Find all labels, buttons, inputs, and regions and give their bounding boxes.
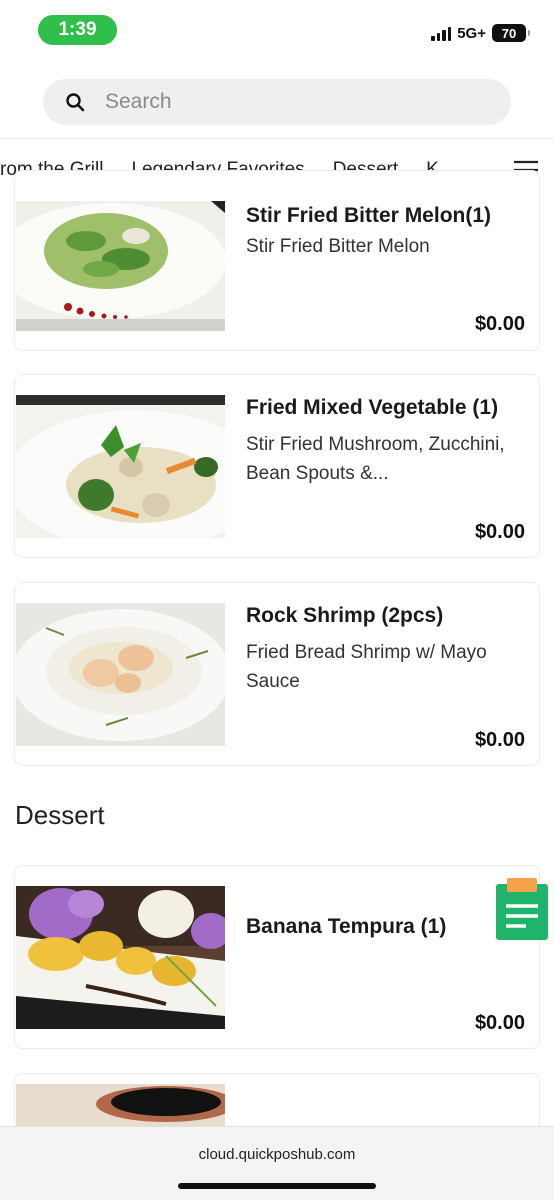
status-icons: 5G+ 70	[431, 24, 530, 42]
item-price: $0.00	[474, 729, 525, 751]
status-bar: 1:39 5G+ 70	[0, 0, 554, 62]
clipboard-icon	[496, 878, 548, 940]
search-input[interactable]	[105, 90, 465, 114]
item-description: Fried Bread Shrimp w/ Mayo Sauce	[246, 642, 487, 692]
url-text[interactable]: cloud.quickposhub.com	[0, 1146, 554, 1163]
item-description: Stir Fried Mushroom, Zucchini, Bean Spou…	[246, 434, 505, 484]
menu-item-card[interactable]: Banana Tempura (1) $0.00	[14, 865, 540, 1049]
item-name: Stir Fried Bitter Melon(1)	[246, 204, 492, 227]
battery-icon: 70	[492, 24, 530, 42]
order-list-button[interactable]	[496, 878, 548, 940]
menu-item-card[interactable]: Fried Mixed Vegetable (1) Stir Fried Mus…	[14, 374, 540, 558]
search-bar[interactable]	[43, 79, 511, 125]
item-name: Banana Tempura (1)	[246, 915, 447, 938]
item-price: $0.00	[474, 1012, 525, 1034]
section-title-dessert: Dessert	[15, 800, 105, 830]
item-price: $0.00	[474, 313, 525, 335]
item-price: $0.00	[474, 521, 525, 543]
browser-url-bar[interactable]: cloud.quickposhub.com	[0, 1126, 554, 1200]
item-name: Fried Mixed Vegetable (1)	[246, 396, 499, 419]
network-label: 5G+	[457, 24, 486, 42]
item-description: Stir Fried Bitter Melon	[246, 236, 430, 258]
home-indicator[interactable]	[178, 1183, 376, 1189]
item-photo	[16, 886, 225, 1029]
item-photo	[16, 395, 225, 538]
time-indicator: 1:39	[38, 15, 117, 45]
menu-item-card[interactable]: Rock Shrimp (2pcs) Fried Bread Shrimp w/…	[14, 582, 540, 766]
item-name: Rock Shrimp (2pcs)	[246, 604, 444, 627]
item-photo	[16, 201, 225, 331]
signal-icon	[431, 25, 452, 41]
menu-item-card[interactable]: Stir Fried Bitter Melon(1) Stir Fried Bi…	[14, 170, 540, 351]
item-photo	[16, 603, 225, 746]
search-icon	[66, 93, 85, 112]
